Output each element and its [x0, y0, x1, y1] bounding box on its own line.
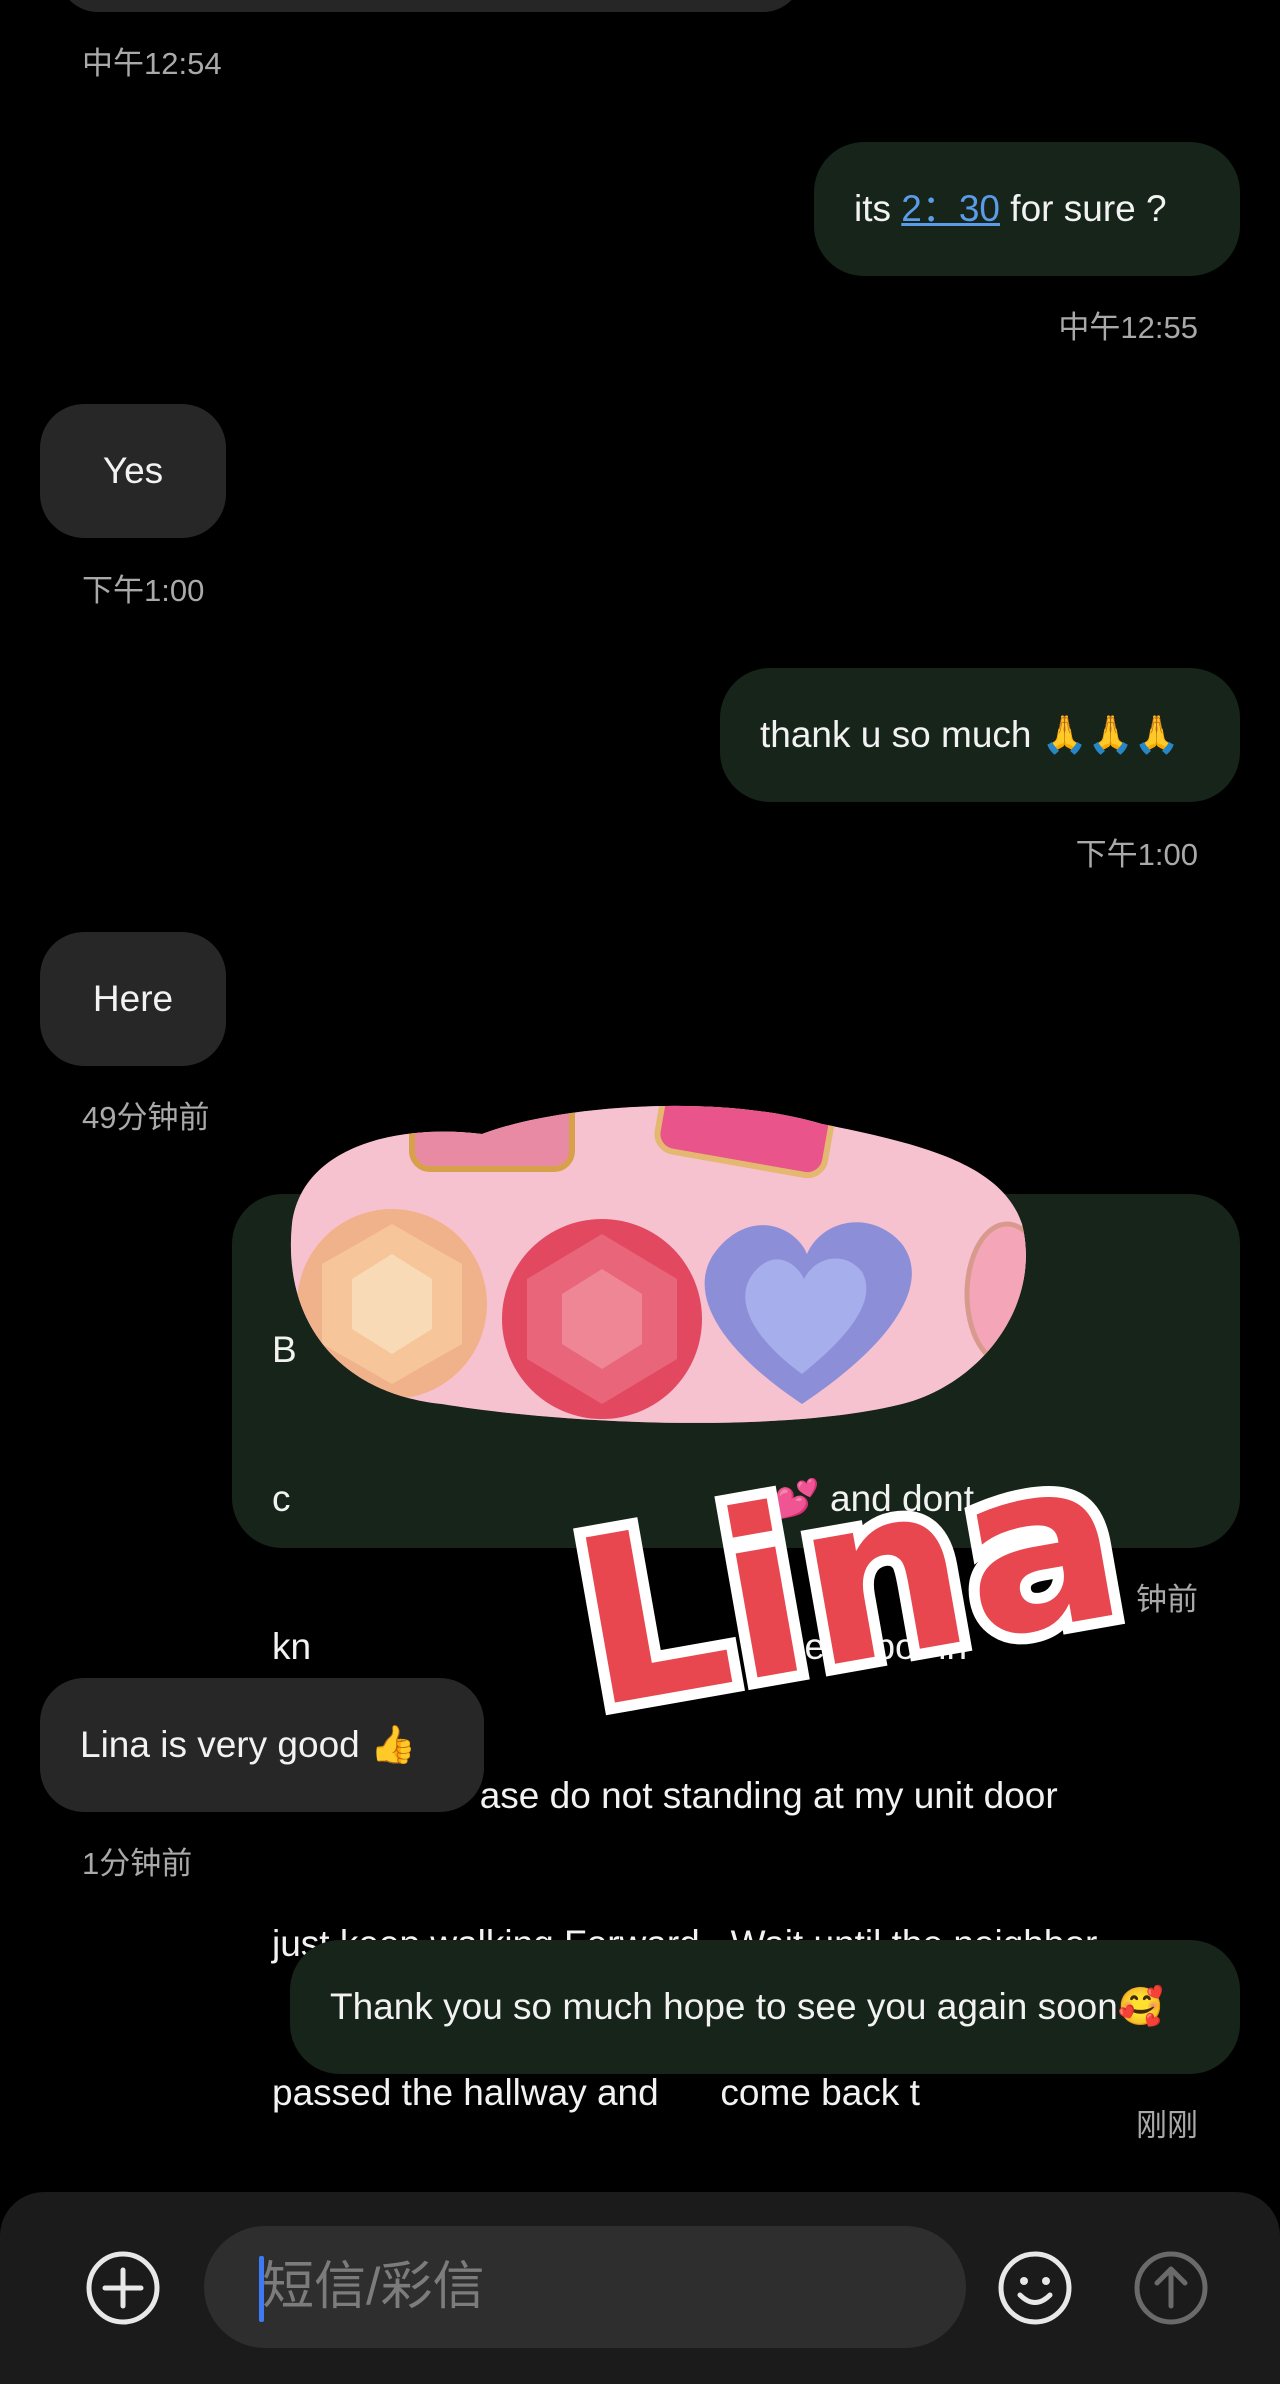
- message-bubble-incoming-partial[interactable]: [58, 0, 803, 12]
- message-composer: [0, 2192, 1280, 2384]
- message-timestamp: 下午1:00: [82, 573, 205, 608]
- emoji-button[interactable]: [992, 2245, 1078, 2331]
- send-arrow-icon: [1134, 2251, 1208, 2325]
- message-timestamp: 1分钟前: [82, 1846, 193, 1881]
- text-caret: [259, 2256, 264, 2322]
- message-text: Yes: [102, 450, 164, 491]
- message-bubble-incoming[interactable]: Here: [40, 932, 226, 1066]
- message-text: thank u so much 🙏🙏🙏: [760, 714, 1180, 755]
- message-line: c 💕 and dont: [272, 1477, 975, 1519]
- message-timestamp: 下午1:00: [1075, 837, 1198, 872]
- message-text: Lina is very good 👍: [80, 1724, 417, 1765]
- message-timestamp: 49分钟前: [82, 1100, 210, 1135]
- send-button[interactable]: [1128, 2245, 1214, 2331]
- message-bubble-incoming[interactable]: Yes: [40, 404, 226, 538]
- message-timestamp: 钟前: [1136, 1582, 1198, 1617]
- message-timestamp: 刚刚: [1136, 2108, 1198, 2143]
- message-text: Thank you so much hope to see you again …: [330, 1986, 1164, 2027]
- add-attachment-button[interactable]: [80, 2245, 166, 2331]
- time-link[interactable]: 2：30: [901, 188, 1000, 229]
- message-timestamp: 中午12:55: [1058, 310, 1198, 345]
- message-line: B ery: [272, 1329, 945, 1370]
- message-line: passed the hallway and come back t: [272, 2071, 920, 2113]
- message-bubble-outgoing[interactable]: Thank you so much hope to see you again …: [290, 1940, 1240, 2074]
- message-bubble-outgoing[interactable]: thank u so much 🙏🙏🙏: [720, 668, 1240, 802]
- message-input[interactable]: [260, 2256, 904, 2318]
- plus-circle-icon: [86, 2251, 160, 2325]
- message-bubble-outgoing[interactable]: its 2：30 for sure ?: [814, 142, 1240, 276]
- message-line: kn neighbor in: [272, 1626, 968, 1667]
- message-bubble-incoming[interactable]: Lina is very good 👍: [40, 1678, 484, 1812]
- message-text: its 2：30 for sure ?: [854, 188, 1167, 229]
- message-bubble-outgoing[interactable]: B ery c 💕 and dont kn neighbor in the ha…: [232, 1194, 1240, 2113]
- smiley-icon: [998, 2251, 1072, 2325]
- message-input-field[interactable]: [204, 2226, 966, 2348]
- message-timestamp: 中午12:54: [82, 46, 222, 81]
- message-text: Here: [92, 978, 174, 1019]
